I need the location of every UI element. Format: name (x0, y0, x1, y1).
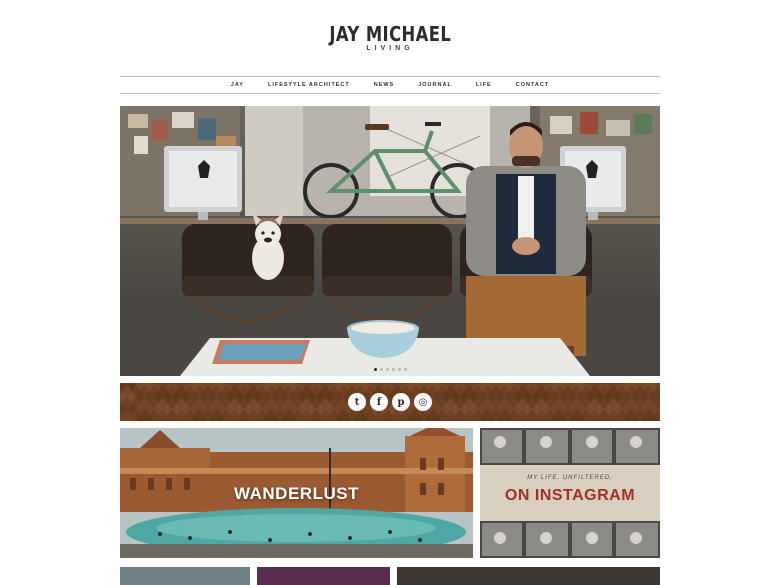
slide-dot[interactable] (391, 368, 395, 371)
instagram-icon[interactable]: ◎ (414, 393, 432, 411)
pinterest-icon[interactable]: p (392, 393, 410, 411)
main-nav: JAY LIFESTYLE ARCHITECT NEWS JOURNAL LIF… (120, 76, 660, 94)
instagram-tagline: MY LIFE. UNFILTERED. (527, 475, 613, 481)
hero-slideshow[interactable] (120, 106, 660, 376)
slide-dot[interactable] (373, 368, 377, 371)
site-logo[interactable]: JAY MICHAEL LIVING (0, 22, 780, 52)
social-bar: t f p ◎ (120, 383, 660, 421)
logo-subtitle: LIVING (366, 45, 414, 52)
logo-title: JAY MICHAEL (329, 22, 451, 46)
wanderlust-label: WANDERLUST (234, 484, 359, 503)
tile-preview-1[interactable] (120, 567, 250, 585)
nav-item-life[interactable]: LIFE (476, 82, 492, 88)
slide-dot[interactable] (403, 368, 407, 371)
slide-dot[interactable] (385, 368, 389, 371)
tile-preview-2[interactable] (257, 567, 390, 585)
nav-item-journal[interactable]: JOURNAL (418, 82, 452, 88)
nav-item-lifestyle-architect[interactable]: LIFESTYLE ARCHITECT (268, 82, 350, 88)
instagram-title: ON INSTAGRAM (504, 487, 636, 504)
slide-dot[interactable] (397, 368, 401, 371)
facebook-icon[interactable]: f (370, 393, 388, 411)
hero-image (120, 106, 660, 376)
wanderlust-tile[interactable]: WANDERLUST (120, 428, 473, 558)
nav-item-news[interactable]: NEWS (374, 82, 395, 88)
slide-indicators (120, 368, 660, 371)
nav-item-jay[interactable]: JAY (231, 82, 244, 88)
instagram-tile[interactable]: MY LIFE. UNFILTERED. ON INSTAGRAM (480, 428, 660, 558)
nav-item-contact[interactable]: CONTACT (516, 82, 549, 88)
slide-dot[interactable] (379, 368, 383, 371)
twitter-icon[interactable]: t (348, 393, 366, 411)
tile-preview-3[interactable] (397, 567, 660, 585)
